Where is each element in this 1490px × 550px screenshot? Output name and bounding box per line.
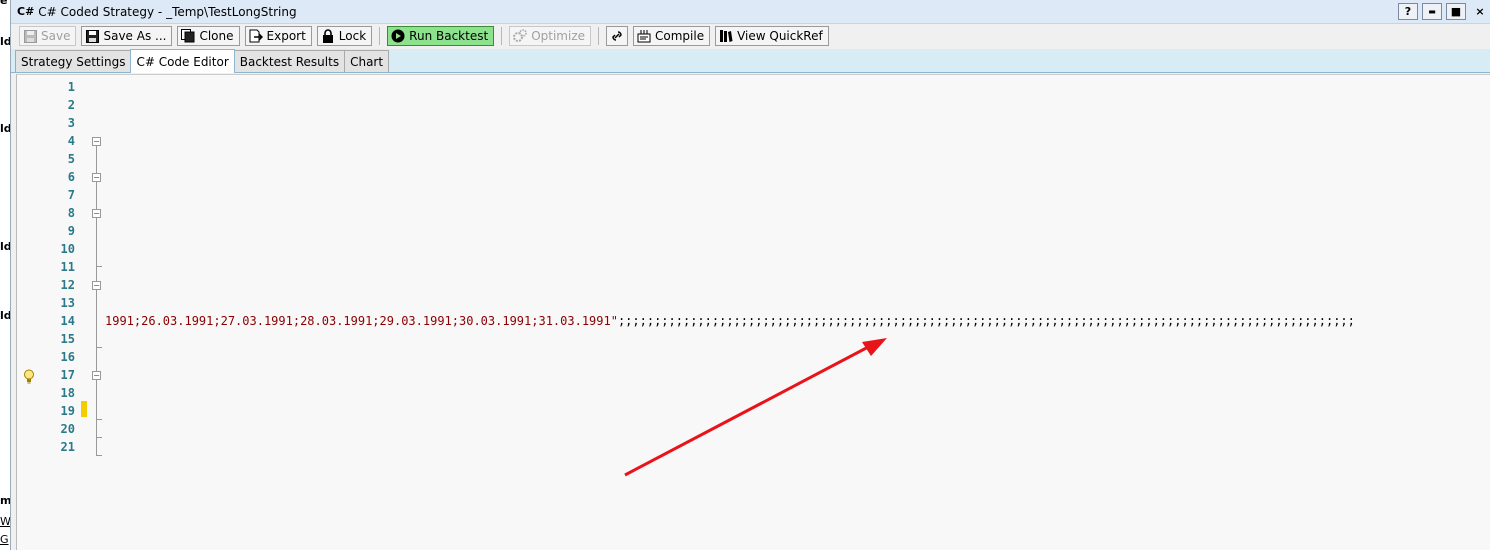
maximize-icon: ■: [1450, 5, 1462, 18]
lock-label: Lock: [338, 29, 367, 43]
window-controls: ? ▬ ■ ×: [1398, 3, 1490, 20]
toolbar-separator: [379, 27, 381, 45]
tab-strategy-settings[interactable]: Strategy Settings: [15, 50, 132, 72]
fold-end-marker: [96, 266, 102, 267]
optimize-button[interactable]: Optimize: [509, 26, 591, 46]
background-fragment: m: [0, 494, 10, 507]
window-title: C# Coded Strategy - _Temp\TestLongString: [38, 4, 297, 19]
tab-backtest-results[interactable]: Backtest Results: [233, 50, 346, 72]
help-button[interactable]: ?: [1398, 3, 1418, 20]
line-number: 5: [67, 152, 75, 166]
background-fragment: W: [0, 515, 10, 528]
line-number: 9: [67, 224, 75, 238]
line-number: 15: [60, 332, 75, 346]
line-number: 12: [60, 278, 75, 292]
toolbar-separator: [598, 27, 599, 45]
line-number: 3: [67, 116, 75, 130]
link-button[interactable]: [606, 26, 628, 46]
fold-toggle[interactable]: −: [92, 281, 101, 290]
background-fragment: ld: [0, 35, 10, 48]
save-label: Save: [41, 29, 71, 43]
fold-toggle[interactable]: −: [92, 371, 101, 380]
line-number: 21: [60, 440, 75, 454]
minimize-icon: ▬: [1428, 7, 1436, 16]
csharp-icon: C#: [17, 5, 35, 18]
save-as-button[interactable]: Save As ...: [81, 26, 173, 46]
line-number: 1: [67, 80, 75, 94]
close-button[interactable]: ×: [1470, 3, 1490, 20]
line-number: 2: [67, 98, 75, 112]
minimize-button[interactable]: ▬: [1422, 3, 1442, 20]
semicolon-run: ;;;;;;;;;;;;;;;;;;;;;;;;;;;;;;;;;;;;;;;;…: [617, 314, 1355, 328]
compile-icon: [637, 29, 651, 43]
save-as-label: Save As ...: [103, 29, 167, 43]
books-icon: [719, 29, 733, 43]
save-button[interactable]: Save: [19, 26, 77, 46]
fold-toggle[interactable]: −: [92, 137, 101, 146]
fold-end-marker: [96, 437, 102, 438]
line-number: 6: [67, 170, 75, 184]
close-icon: ×: [1475, 5, 1485, 18]
export-button[interactable]: Export: [244, 26, 312, 46]
line-number: 19: [60, 404, 75, 418]
line-number: 20: [60, 422, 75, 436]
line-number: 7: [67, 188, 75, 202]
maximize-button[interactable]: ■: [1446, 3, 1466, 20]
compile-label: Compile: [655, 29, 705, 43]
tab-code-editor[interactable]: C# Code Editor: [130, 49, 235, 73]
clone-button[interactable]: Clone: [177, 26, 240, 46]
tab-strip: Strategy Settings C# Code Editor Backtes…: [11, 49, 1490, 73]
toolbar-separator: [501, 27, 503, 45]
compile-button[interactable]: Compile: [633, 26, 711, 46]
view-quickref-label: View QuickRef: [737, 29, 823, 43]
export-label: Export: [266, 29, 306, 43]
line-number: 10: [60, 242, 75, 256]
clone-label: Clone: [199, 29, 234, 43]
fold-end-marker: [96, 347, 102, 348]
fold-toggle[interactable]: −: [92, 173, 101, 182]
title-bar[interactable]: C# C# Coded Strategy - _Temp\TestLongStr…: [11, 0, 1490, 24]
run-backtest-label: Run Backtest: [409, 29, 489, 43]
background-window-strip: e ld ld ld ld m W G: [0, 0, 10, 550]
line-number: 11: [60, 260, 75, 274]
line-number: 16: [60, 350, 75, 364]
fold-guide-line: [96, 145, 97, 455]
lock-button[interactable]: Lock: [316, 26, 373, 46]
line-number: 13: [60, 296, 75, 310]
code-line-14[interactable]: 1991;26.03.1991;27.03.1991;28.03.1991;29…: [105, 312, 1355, 330]
lock-icon: [321, 29, 335, 43]
floppy-icon: [85, 29, 99, 43]
change-marker: [81, 401, 87, 417]
gears-icon: [513, 29, 527, 43]
string-literal: 1991;26.03.1991;27.03.1991;28.03.1991;29…: [105, 314, 618, 328]
copy-icon: [181, 29, 195, 43]
background-fragment: e: [0, 0, 8, 7]
optimize-label: Optimize: [531, 29, 585, 43]
fold-toggle[interactable]: −: [92, 209, 101, 218]
background-fragment: ld: [0, 240, 10, 253]
view-quickref-button[interactable]: View QuickRef: [715, 26, 829, 46]
tab-chart[interactable]: Chart: [344, 50, 390, 72]
line-number: 4: [67, 134, 75, 148]
code-editor[interactable]: 1 2 3 4 5 6 7 8 9 10 11 12 13 14 15 16 17 18 19 20 21 − − − …: [16, 74, 1490, 550]
fold-end-marker: [96, 455, 102, 456]
floppy-icon: [23, 29, 37, 43]
play-icon: [391, 29, 405, 43]
export-icon: [249, 29, 263, 43]
fold-end-marker: [96, 419, 102, 420]
link-icon: [610, 29, 624, 43]
line-number: 8: [67, 206, 75, 220]
toolbar: Save Save As ... Clone Export Lock Run B…: [11, 24, 1490, 48]
run-backtest-button[interactable]: Run Backtest: [387, 26, 495, 46]
strategy-window: C# C# Coded Strategy - _Temp\TestLongStr…: [10, 0, 1490, 550]
lightbulb-icon[interactable]: [23, 369, 35, 388]
background-fragment: G: [0, 533, 9, 546]
background-fragment: ld: [0, 122, 10, 135]
line-number-gutter: 1 2 3 4 5 6 7 8 9 10 11 12 13 14 15 16 17 18 19 20 21: [17, 78, 77, 456]
line-number: 14: [60, 314, 75, 328]
background-fragment: ld: [0, 309, 10, 322]
